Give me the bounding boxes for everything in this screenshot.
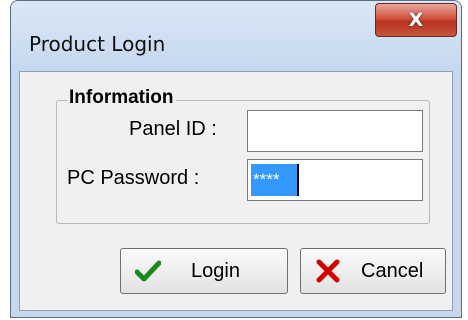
login-button[interactable]: Login bbox=[120, 248, 288, 294]
login-button-label: Login bbox=[191, 260, 240, 282]
pc-password-input[interactable]: **** bbox=[247, 159, 423, 201]
x-icon bbox=[316, 259, 340, 283]
checkmark-icon bbox=[135, 260, 161, 282]
cancel-button-label: Cancel bbox=[361, 260, 424, 282]
pc-password-label: PC Password : bbox=[67, 167, 200, 189]
panel-id-input[interactable] bbox=[247, 110, 423, 152]
close-button[interactable]: X bbox=[375, 3, 457, 37]
groupbox-label: Information bbox=[67, 87, 176, 109]
text-caret bbox=[297, 164, 299, 196]
dialog-body: Information Panel ID : PC Password : ***… bbox=[19, 71, 453, 311]
close-icon: X bbox=[408, 9, 424, 31]
pc-password-value: **** bbox=[251, 164, 297, 196]
cancel-button[interactable]: Cancel bbox=[300, 248, 446, 294]
window-title: Product Login bbox=[29, 32, 166, 56]
panel-id-label: Panel ID : bbox=[129, 118, 217, 140]
login-dialog: Product Login X Information Panel ID : P… bbox=[10, 0, 462, 318]
information-groupbox: Information Panel ID : PC Password : ***… bbox=[56, 87, 430, 224]
